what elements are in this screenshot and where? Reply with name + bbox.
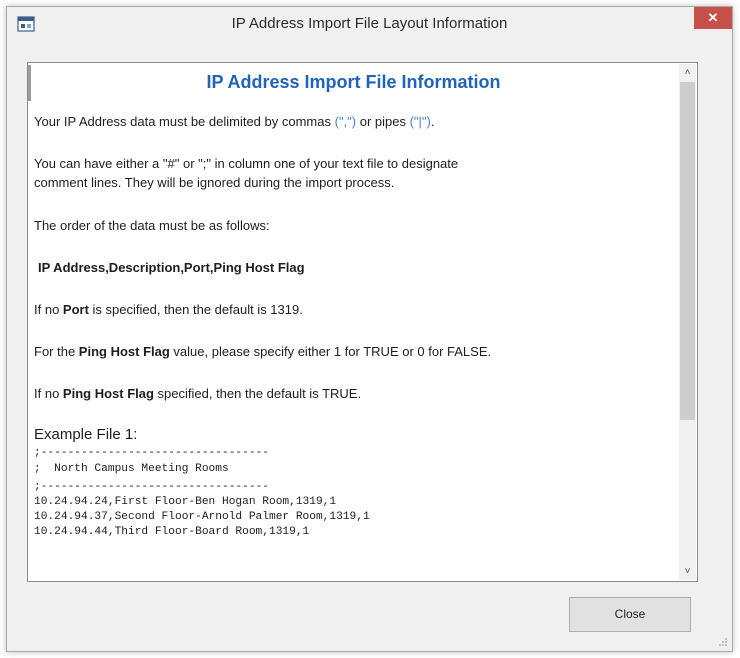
code-line: 10.24.94.24,First Floor-Ben Hogan Room,1…	[34, 496, 337, 508]
title-bar[interactable]: IP Address Import File Layout Informatio…	[7, 7, 732, 41]
noflag-text-end: specified, then the default is TRUE.	[153, 386, 362, 401]
vertical-scrollbar[interactable]: ˄ ˅	[679, 64, 696, 580]
delimiter-paragraph: Your IP Address data must be delimited b…	[34, 114, 673, 129]
comment-line-2: comment lines. They will be ignored duri…	[34, 175, 395, 190]
code-line: ;----------------------------------	[34, 447, 269, 459]
dialog-window: IP Address Import File Layout Informatio…	[6, 6, 733, 652]
code-line: 10.24.94.44,Third Floor-Board Room,1319,…	[34, 526, 310, 538]
comment-line-1: You can have either a "#" or ";" in colu…	[34, 156, 459, 171]
flag-bold: Ping Host Flag	[78, 344, 170, 359]
window-title: IP Address Import File Layout Informatio…	[231, 15, 508, 32]
info-content-panel[interactable]: IP Address Import File Information Your …	[27, 62, 698, 582]
content-left-rule	[28, 65, 31, 101]
scroll-up-arrow-icon[interactable]: ˄	[679, 64, 696, 81]
scroll-thumb[interactable]	[680, 82, 695, 420]
code-line: ;----------------------------------	[34, 481, 269, 493]
flag-text-end: value, please specify either 1 for TRUE …	[169, 344, 492, 359]
flag-text: For the	[34, 344, 79, 359]
close-button[interactable]: Close	[569, 597, 691, 632]
order-intro: The order of the data must be as follows…	[34, 218, 270, 233]
close-window-button[interactable]: ✕	[694, 7, 732, 29]
code-line: 10.24.94.37,Second Floor-Arnold Palmer R…	[34, 511, 370, 523]
delimiter-text: Your IP Address data must be delimited b…	[34, 114, 335, 129]
delimiter-text-end: .	[430, 114, 435, 129]
code-line: ; North Campus Meeting Rooms	[34, 463, 229, 475]
delimiter-text-mid: or pipes	[356, 114, 410, 129]
noflag-bold: Ping Host Flag	[62, 386, 154, 401]
scroll-down-arrow-icon[interactable]: ˅	[679, 563, 696, 580]
info-document: IP Address Import File Information Your …	[34, 63, 673, 581]
pipe-delimiter: ("|")	[409, 114, 431, 129]
comma-delimiter: (",")	[334, 114, 357, 129]
port-paragraph: If no Port is specified, then the defaul…	[34, 302, 673, 317]
resize-grip-icon[interactable]	[718, 637, 728, 647]
ping-flag-paragraph: For the Ping Host Flag value, please spe…	[34, 344, 673, 359]
example-title: Example File 1:	[34, 426, 138, 443]
port-text-end: is specified, then the default is 1319.	[88, 302, 303, 317]
order-fields: IP Address,Description,Port,Ping Host Fl…	[38, 260, 305, 275]
noflag-text: If no	[34, 386, 63, 401]
port-bold: Port	[62, 302, 89, 317]
no-flag-paragraph: If no Ping Host Flag specified, then the…	[34, 386, 673, 401]
port-text: If no	[34, 302, 63, 317]
document-heading: IP Address Import File Information	[206, 72, 501, 92]
app-window-icon	[17, 16, 35, 32]
